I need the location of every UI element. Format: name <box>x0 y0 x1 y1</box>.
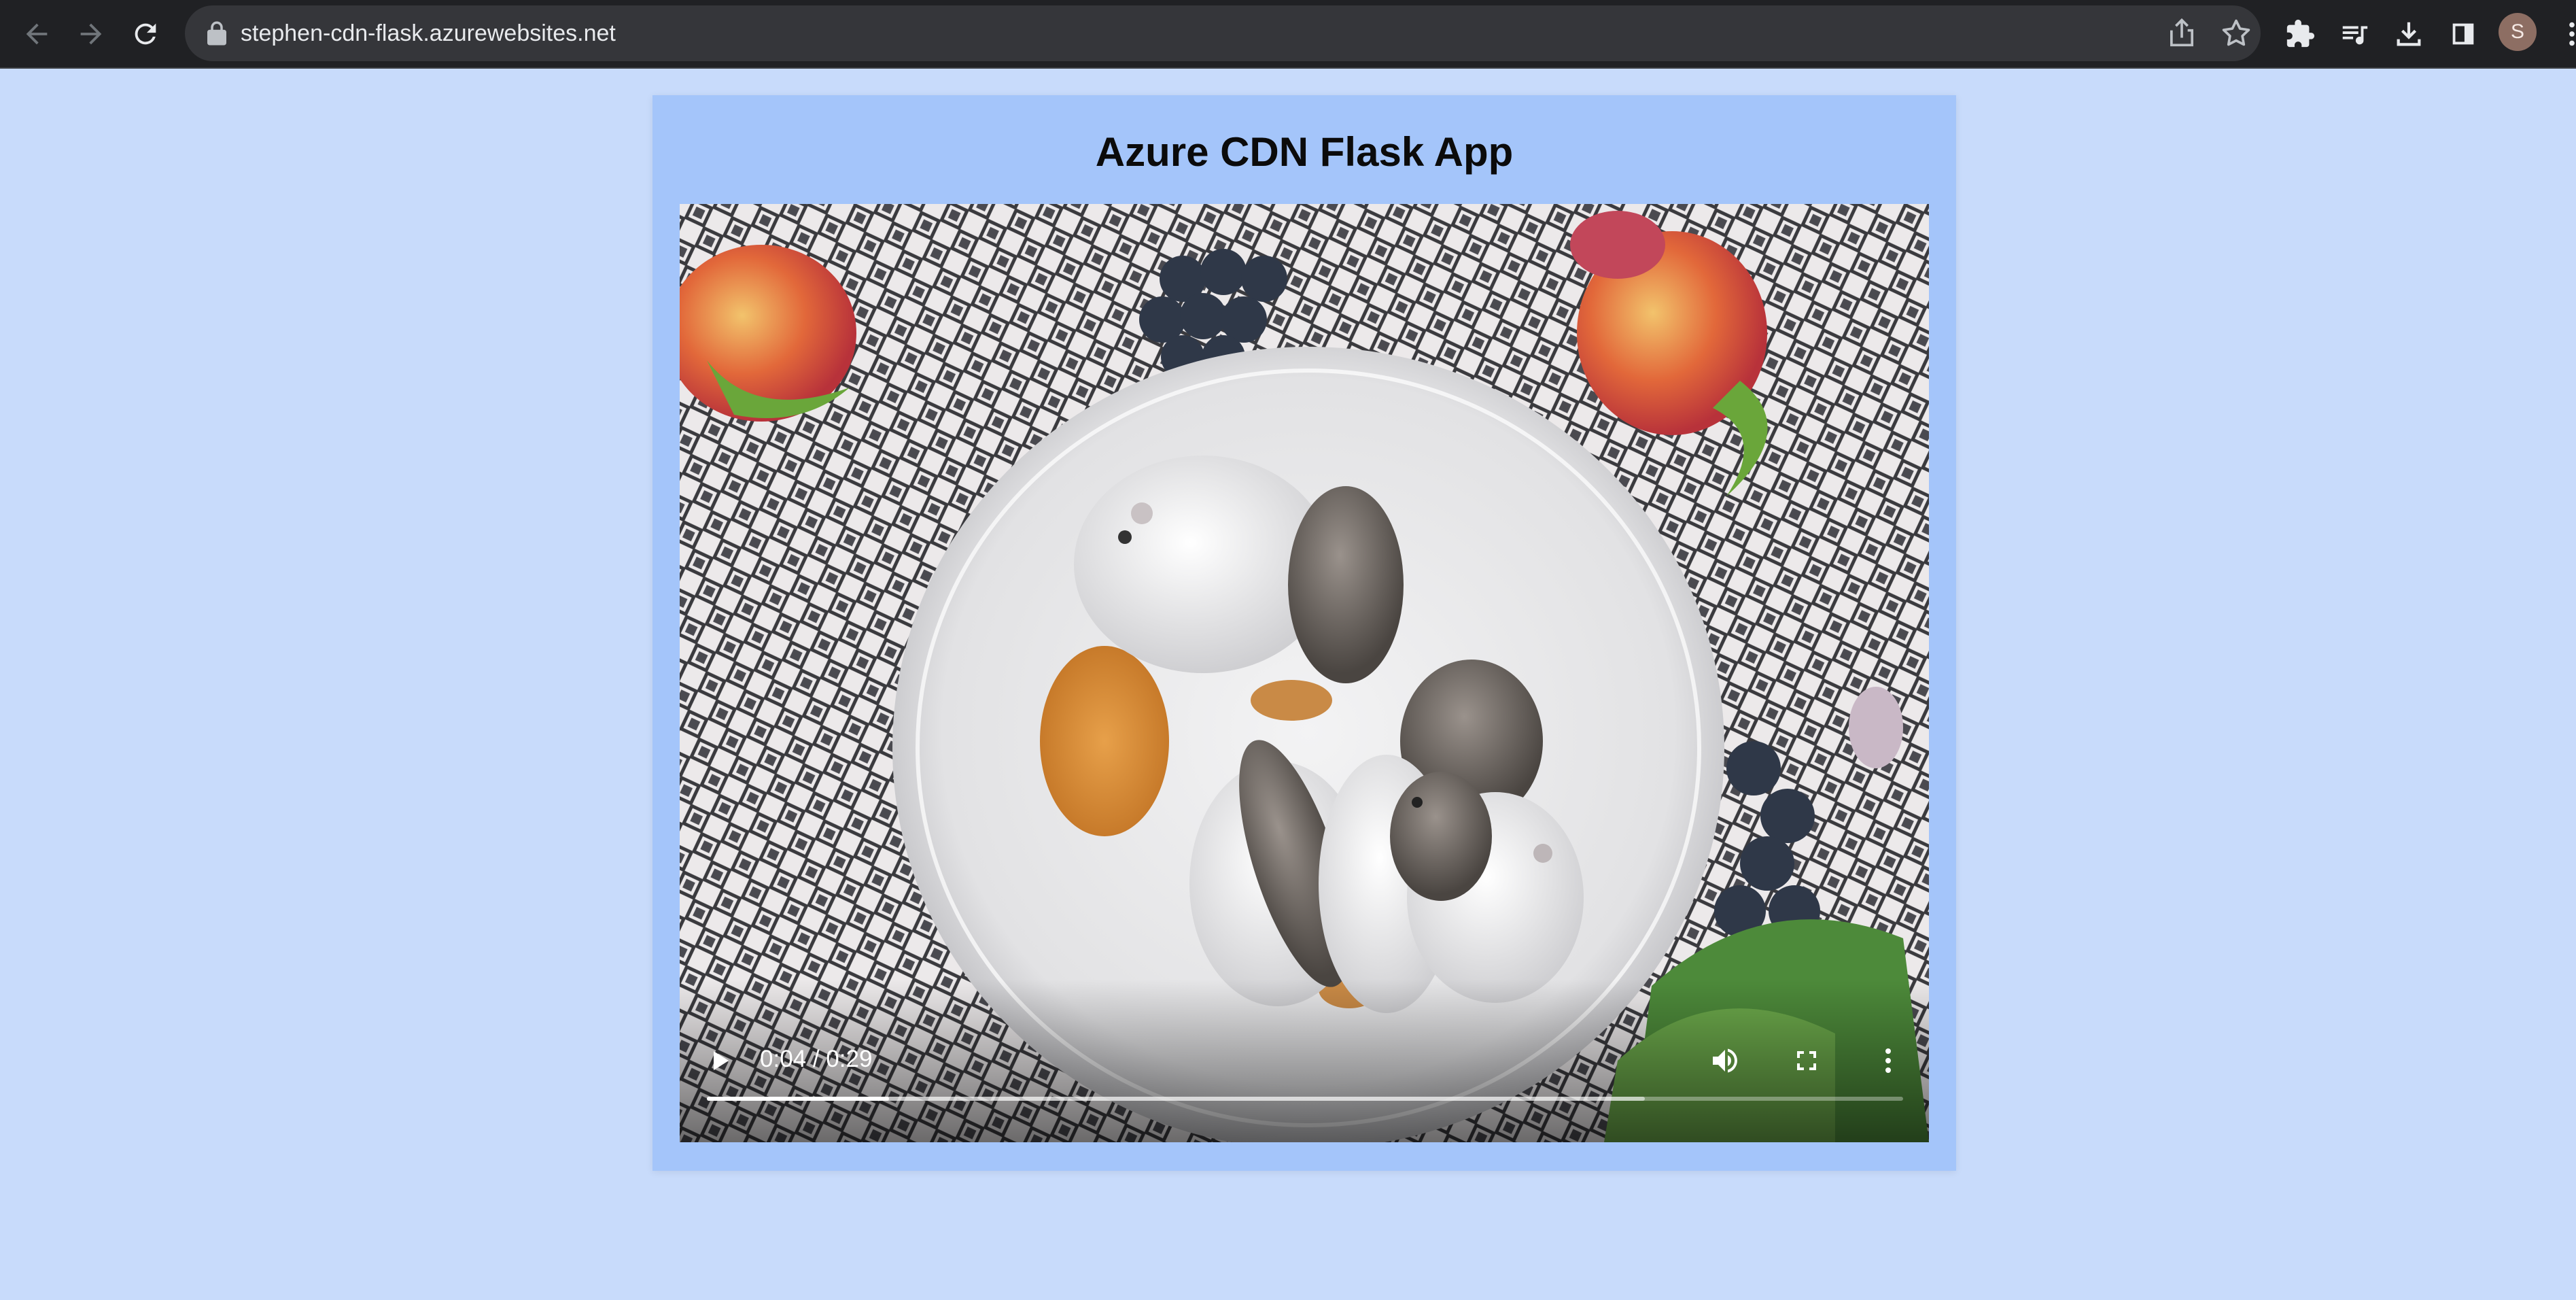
time-display: 0:04 / 0:29 <box>760 1046 873 1072</box>
play-icon[interactable] <box>697 1037 744 1084</box>
menu-icon[interactable] <box>2550 12 2576 56</box>
url-text[interactable]: stephen-cdn-flask.azurewebsites.net <box>241 18 616 49</box>
share-icon[interactable] <box>2164 16 2199 51</box>
fullscreen-icon[interactable] <box>1783 1037 1830 1084</box>
page-title: Azure CDN Flask App <box>1095 129 1514 175</box>
video-player[interactable]: 0:04 / 0:29 <box>680 204 1929 1142</box>
extensions-icon[interactable] <box>2278 12 2322 56</box>
bookmark-star-icon[interactable] <box>2218 16 2254 51</box>
seek-played <box>707 1097 889 1101</box>
download-icon[interactable] <box>2387 12 2431 56</box>
more-options-icon[interactable] <box>1864 1037 1912 1084</box>
address-bar[interactable]: stephen-cdn-flask.azurewebsites.net <box>185 5 2261 61</box>
lock-icon[interactable] <box>203 19 231 48</box>
seek-bar[interactable] <box>707 1095 1903 1102</box>
profile-avatar[interactable]: S <box>2499 13 2537 51</box>
browser-toolbar: stephen-cdn-flask.azurewebsites.net S <box>0 0 2576 69</box>
side-panel-icon[interactable] <box>2441 12 2485 56</box>
content-card: Azure CDN Flask App 0:04 / 0:29 <box>652 95 1956 1171</box>
reload-icon[interactable] <box>124 12 167 56</box>
forward-icon[interactable] <box>69 12 113 56</box>
volume-icon[interactable] <box>1701 1037 1749 1084</box>
back-icon[interactable] <box>15 12 58 56</box>
media-control-icon[interactable] <box>2333 12 2376 56</box>
